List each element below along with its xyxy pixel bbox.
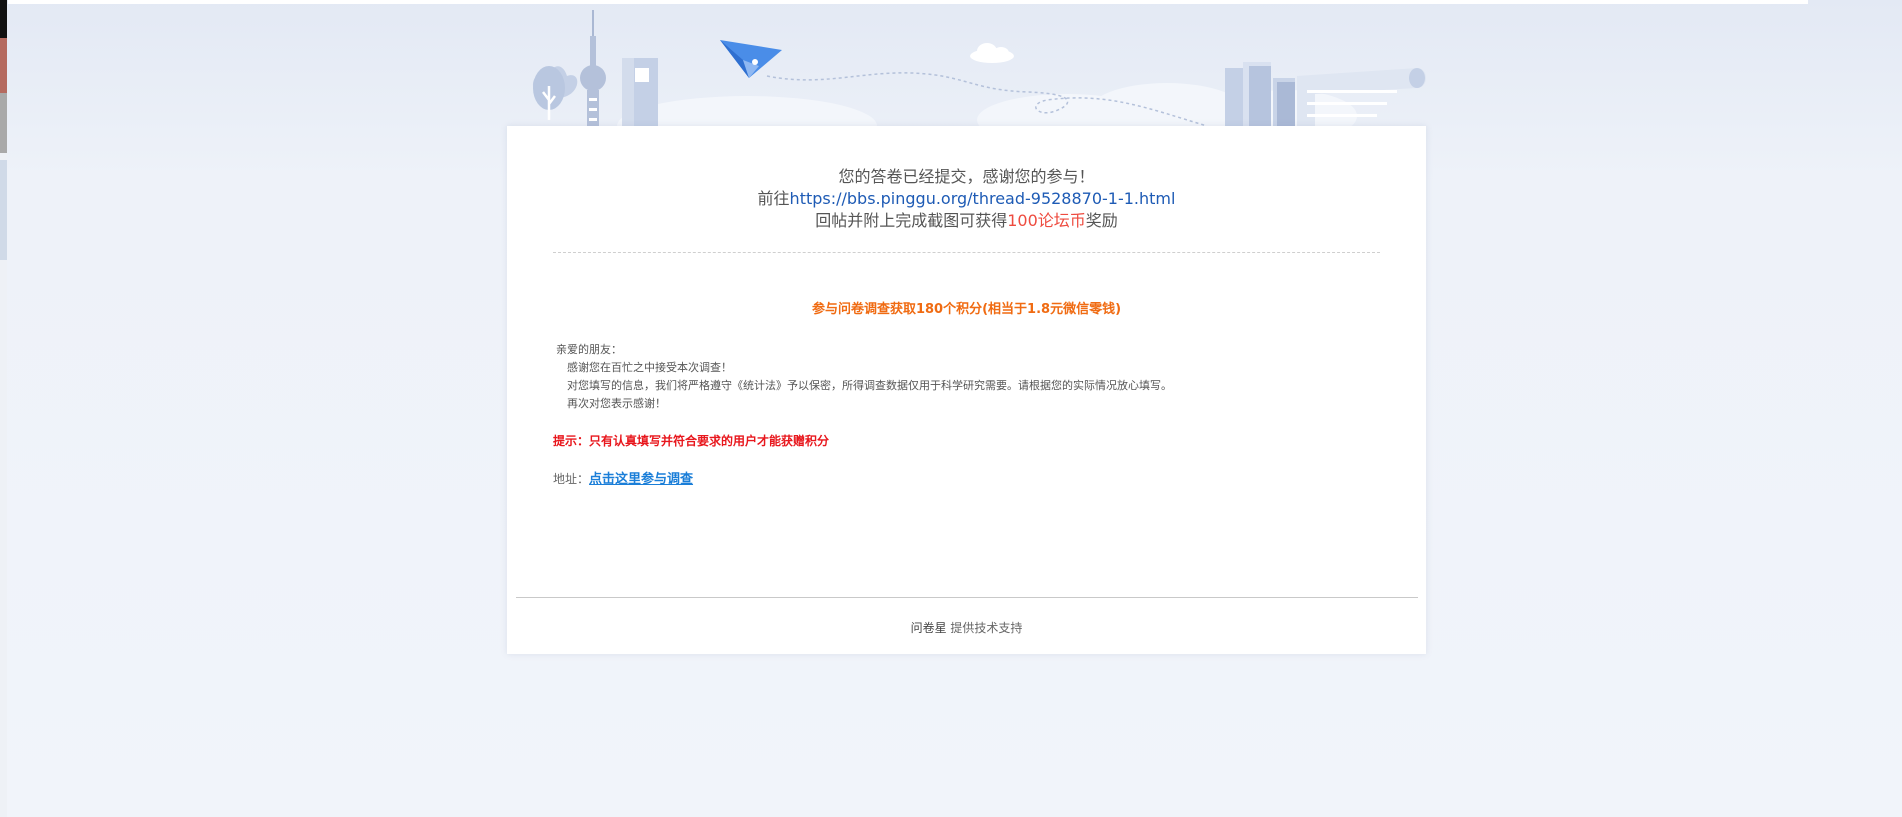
intro-line: 感谢您在百忙之中接受本次调查！ — [567, 361, 732, 374]
thread-link[interactable]: https://bbs.pinggu.org/thread-9528870-1-… — [790, 189, 1176, 208]
tip-text: 提示：只有认真填写并符合要求的用户才能获赠积分 — [553, 434, 830, 448]
intro-greeting: 亲爱的朋友： — [556, 343, 622, 356]
top-border — [8, 0, 1808, 4]
paper-plane-icon — [720, 40, 782, 78]
reward-prefix: 回帖并附上完成截图可获得 — [815, 211, 1008, 230]
thread-prefix: 前往 — [757, 189, 790, 208]
thread-line: 前往https://bbs.pinggu.org/thread-9528870-… — [507, 188, 1426, 210]
survey-title: 参与问卷调查获取180个积分(相当于1.8元微信零钱) — [811, 302, 1122, 317]
building-icon — [622, 58, 658, 128]
intro-line: 再次对您表示感谢！ — [567, 397, 666, 410]
footer-brand[interactable]: 问卷星 — [911, 621, 947, 635]
footer-text: 提供技术支持 — [946, 621, 1023, 635]
left-edge-strip — [0, 0, 7, 817]
submit-message: 您的答卷已经提交，感谢您的参与！ 前往https://bbs.pinggu.or… — [507, 166, 1426, 232]
address-label: 地址： — [553, 472, 590, 486]
dashed-divider — [553, 252, 1380, 253]
reward-amount: 100论坛币 — [1007, 211, 1086, 230]
footer: 问卷星 提供技术支持 — [507, 619, 1426, 636]
footer-divider — [516, 597, 1418, 598]
reward-suffix: 奖励 — [1085, 211, 1118, 230]
survey-link[interactable]: 点击这里参与调查 — [589, 472, 693, 487]
address-row: 地址：点击这里参与调查 — [553, 468, 693, 487]
cloud-icon — [970, 43, 1014, 63]
tv-tower-icon — [580, 10, 606, 128]
survey-intro: 亲爱的朋友： 感谢您在百忙之中接受本次调查！ 对您填写的信息，我们将严格遵守《统… — [553, 341, 1172, 413]
tree-icon — [532, 66, 578, 120]
banner-illustration — [532, 10, 1426, 128]
submit-confirmation: 您的答卷已经提交，感谢您的参与！ — [838, 167, 1095, 186]
books-icon — [1225, 62, 1295, 128]
intro-line: 对您填写的信息，我们将严格遵守《统计法》予以保密，所得调查数据仅用于科学研究需要… — [567, 379, 1172, 392]
result-card: 您的答卷已经提交，感谢您的参与！ 前往https://bbs.pinggu.or… — [507, 126, 1426, 654]
reward-line: 回帖并附上完成截图可获得100论坛币奖励 — [507, 210, 1426, 232]
